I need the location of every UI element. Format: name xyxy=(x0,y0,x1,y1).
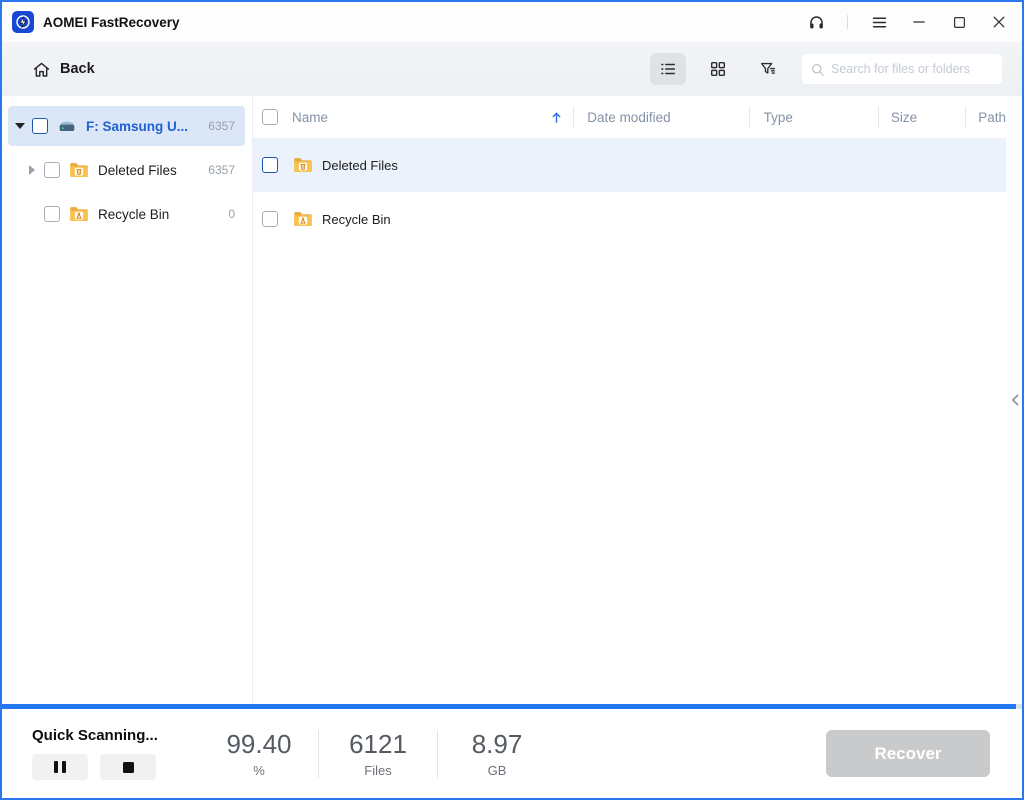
sidebar-item-recycle-bin[interactable]: Recycle Bin 0 xyxy=(8,194,245,234)
titlebar: AOMEI FastRecovery xyxy=(2,2,1022,42)
sidebar-item-count: 6357 xyxy=(208,119,235,133)
stat-size: 8.97 GB xyxy=(438,729,556,778)
app-title: AOMEI FastRecovery xyxy=(43,15,180,30)
sidebar-item-count: 0 xyxy=(228,207,235,221)
app-logo-icon xyxy=(12,11,34,33)
scan-stats: 99.40 % 6121 Files 8.97 GB xyxy=(200,729,556,778)
search-icon xyxy=(810,62,825,77)
sidebar-item-label: Recycle Bin xyxy=(98,207,169,222)
column-header-path[interactable]: Path xyxy=(965,110,1006,125)
pause-button[interactable] xyxy=(32,754,88,780)
grid-view-button[interactable] xyxy=(700,53,736,85)
toolbar-right xyxy=(650,53,1002,85)
sidebar-item-count: 6357 xyxy=(208,163,235,177)
recycle-bin-checkbox[interactable] xyxy=(44,206,60,222)
stat-files: 6121 Files xyxy=(319,729,437,778)
expand-arrow-icon[interactable] xyxy=(24,165,40,175)
collapse-panel-chevron-icon[interactable] xyxy=(1009,392,1021,408)
column-header-date[interactable]: Date modified xyxy=(573,110,749,125)
row-name: Recycle Bin xyxy=(322,212,391,227)
file-panel: Name Date modified Type Size Path xyxy=(253,96,1022,704)
back-label: Back xyxy=(60,61,95,77)
stat-percent: 99.40 % xyxy=(200,729,318,778)
pause-icon xyxy=(54,761,58,773)
scan-controls: Quick Scanning... xyxy=(32,727,200,780)
toolbar: Back xyxy=(2,42,1022,96)
sidebar-item-deleted-files[interactable]: Deleted Files 6357 xyxy=(8,150,245,190)
close-button[interactable] xyxy=(990,13,1008,31)
search-box xyxy=(802,54,1002,84)
status-bar-inner: Quick Scanning... 99.40 % xyxy=(2,709,1022,798)
folder-trash-icon xyxy=(68,159,90,181)
row-checkbox[interactable] xyxy=(262,157,278,173)
row-checkbox[interactable] xyxy=(262,211,278,227)
headset-icon[interactable] xyxy=(807,13,825,31)
content-area: F: Samsung U... 6357 Deleted Files 6357 … xyxy=(2,96,1022,704)
home-icon xyxy=(32,60,51,79)
drive-checkbox[interactable] xyxy=(32,118,48,134)
titlebar-divider xyxy=(847,15,848,29)
row-name: Deleted Files xyxy=(322,158,398,173)
column-header-name[interactable]: Name xyxy=(253,109,573,125)
column-header-type[interactable]: Type xyxy=(750,110,878,125)
folder-recycle-icon xyxy=(68,203,90,225)
folder-trash-icon xyxy=(292,154,314,176)
back-button[interactable]: Back xyxy=(32,60,95,79)
filter-button[interactable] xyxy=(750,53,786,85)
sidebar-tree: F: Samsung U... 6357 Deleted Files 6357 … xyxy=(2,96,253,704)
stop-icon xyxy=(123,762,134,773)
titlebar-controls xyxy=(807,13,1008,31)
menu-icon[interactable] xyxy=(870,13,888,31)
scan-status-text: Quick Scanning... xyxy=(32,727,200,744)
deleted-files-checkbox[interactable] xyxy=(44,162,60,178)
search-input[interactable] xyxy=(831,62,994,76)
table-header: Name Date modified Type Size Path xyxy=(253,96,1022,138)
recover-button[interactable]: Recover xyxy=(826,730,990,777)
app-window: AOMEI FastRecovery Back xyxy=(0,0,1024,800)
table-row-recycle-bin[interactable]: Recycle Bin xyxy=(253,192,1006,246)
pause-icon xyxy=(62,761,66,773)
sidebar-item-label: F: Samsung U... xyxy=(86,119,188,134)
sidebar-item-drive-f[interactable]: F: Samsung U... 6357 xyxy=(8,106,245,146)
stop-button[interactable] xyxy=(100,754,156,780)
expand-arrow-icon[interactable] xyxy=(12,123,28,129)
select-all-checkbox[interactable] xyxy=(262,109,278,125)
column-header-size[interactable]: Size xyxy=(878,110,965,125)
sort-ascending-icon[interactable] xyxy=(550,111,563,124)
minimize-button[interactable] xyxy=(910,13,928,31)
folder-recycle-icon xyxy=(292,208,314,230)
list-view-button[interactable] xyxy=(650,53,686,85)
status-bar: Quick Scanning... 99.40 % xyxy=(2,704,1022,798)
maximize-button[interactable] xyxy=(950,13,968,31)
sidebar-item-label: Deleted Files xyxy=(98,163,177,178)
drive-icon xyxy=(56,115,78,137)
table-row-deleted-files[interactable]: Deleted Files xyxy=(253,138,1006,192)
